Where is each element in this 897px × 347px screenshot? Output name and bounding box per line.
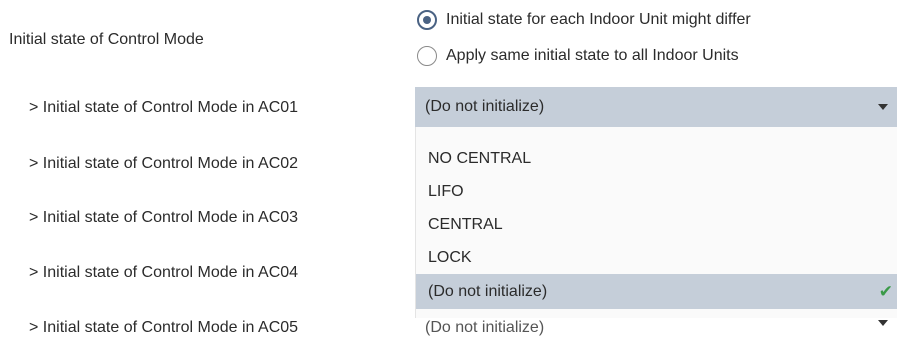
chevron-down-icon[interactable]: [878, 104, 888, 110]
option-no-central[interactable]: NO CENTRAL: [416, 142, 897, 175]
ac01-label: > Initial state of Control Mode in AC01: [29, 99, 299, 116]
ac01-mode-dropdown-list: NO CENTRAL LIFO CENTRAL LOCK (Do not ini…: [415, 127, 897, 318]
ac01-mode-value: (Do not initialize): [425, 98, 545, 115]
radio-apply-same-to-all-label: Apply same initial state to all Indoor U…: [446, 47, 739, 64]
radio-selected-icon[interactable]: [417, 10, 437, 30]
radio-each-unit-differ-label: Initial state for each Indoor Unit might…: [446, 11, 751, 28]
ac05-mode-select[interactable]: (Do not initialize): [415, 316, 897, 347]
ac01-mode-select[interactable]: (Do not initialize): [415, 87, 897, 127]
control-mode-label: Initial state of Control Mode: [9, 31, 204, 48]
option-lock[interactable]: LOCK: [416, 241, 897, 274]
ac05-mode-value: (Do not initialize): [425, 319, 545, 336]
radio-each-unit-differ[interactable]: Initial state for each Indoor Unit might…: [417, 8, 751, 32]
option-lifo[interactable]: LIFO: [416, 175, 897, 208]
checkmark-icon: ✔: [878, 282, 893, 301]
ac05-label: > Initial state of Control Mode in AC05: [29, 319, 299, 336]
option-do-not-initialize-label: (Do not initialize): [428, 283, 548, 300]
radio-dot-icon: [423, 16, 431, 24]
radio-apply-same-to-all[interactable]: Apply same initial state to all Indoor U…: [417, 44, 739, 68]
option-do-not-initialize[interactable]: (Do not initialize) ✔: [416, 274, 897, 309]
ac02-label: > Initial state of Control Mode in AC02: [29, 155, 299, 172]
option-central[interactable]: CENTRAL: [416, 208, 897, 241]
radio-unselected-icon[interactable]: [417, 46, 437, 66]
chevron-down-icon[interactable]: [878, 320, 888, 326]
ac04-label: > Initial state of Control Mode in AC04: [29, 264, 299, 281]
ac03-label: > Initial state of Control Mode in AC03: [29, 209, 299, 226]
